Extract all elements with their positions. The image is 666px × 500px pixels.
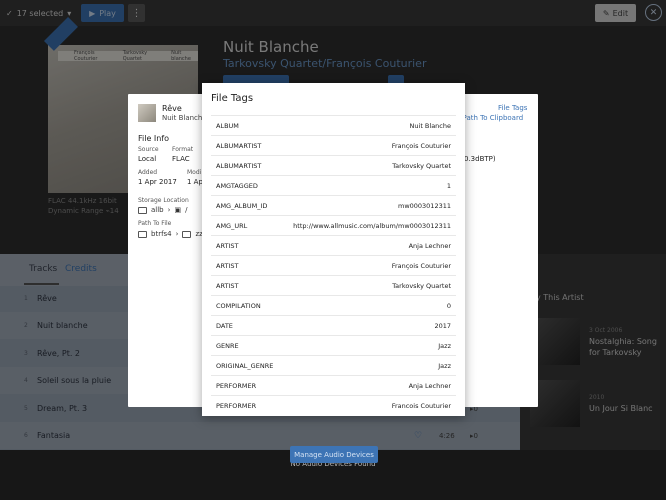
drive-icon: ▣ [174, 206, 182, 214]
tag-key: ARTIST [216, 262, 239, 270]
tag-key: PERFORMER [216, 402, 257, 410]
tag-key: DATE [216, 322, 233, 330]
tag-key: ARTIST [216, 242, 239, 250]
tag-row: ALBUM Nuit Blanche [211, 115, 456, 135]
tag-value: mw0003012311 [397, 202, 451, 210]
tag-value: François Couturier [391, 142, 451, 150]
added-value: 1 Apr 2017 [138, 178, 177, 186]
tag-value: 0 [446, 302, 451, 310]
file-path: btrfs4 › zz [138, 230, 203, 238]
storage-location-path: allb › ▣ / [138, 206, 187, 214]
file-tags-title: File Tags [211, 93, 254, 104]
tag-value: 1 [446, 182, 451, 190]
tag-row: AMG_URL http://www.allmusic.com/album/mw0… [211, 215, 456, 235]
info-peak-value: 0.3dBTP) [464, 155, 496, 163]
tag-value: Jazz [438, 362, 451, 370]
tag-row: COMPILATION 0 [211, 295, 456, 315]
tag-key: PERFORMER [216, 382, 257, 390]
info-track-album: Nuit Blanche [162, 114, 207, 122]
tag-key: ARTIST [216, 282, 239, 290]
tag-key: AMGTAGGED [216, 182, 258, 190]
track-thumbnail [138, 104, 156, 122]
tag-value: Anja Lechner [408, 382, 451, 390]
tag-value: Tarkovsky Quartet [392, 162, 451, 170]
added-label: Added [138, 169, 158, 176]
tag-value: 2017 [434, 322, 451, 330]
format-value: FLAC [172, 155, 190, 163]
storage-location-label: Storage Location [138, 197, 189, 204]
modified-label: Modi [187, 169, 202, 176]
source-value: Local [138, 155, 157, 163]
folder-icon [182, 230, 192, 238]
modified-value: 1 Ap [187, 178, 203, 186]
tag-row: ORIGINAL_GENRE Jazz [211, 355, 456, 375]
tag-row: ARTIST Anja Lechner [211, 235, 456, 255]
path-root[interactable]: btrfs4 [151, 230, 172, 238]
manage-audio-devices-button[interactable]: Manage Audio Devices [290, 446, 378, 463]
tag-row: PERFORMER Anja Lechner [211, 375, 456, 395]
tag-key: ALBUMARTIST [216, 142, 262, 150]
format-label: Format [172, 146, 194, 153]
tag-row: AMGTAGGED 1 [211, 175, 456, 195]
source-label: Source [138, 146, 159, 153]
tag-key: ORIGINAL_GENRE [216, 362, 274, 370]
info-track-title: Rêve [162, 104, 182, 113]
tag-value: Jazz [438, 342, 451, 350]
tag-value: François Couturier [391, 262, 451, 270]
copy-path-link[interactable]: e Path To Clipboard [456, 114, 523, 122]
tag-key: ALBUMARTIST [216, 162, 262, 170]
folder-icon [138, 230, 147, 238]
tag-row: GENRE Jazz [211, 335, 456, 355]
tag-key: AMG_URL [216, 222, 248, 230]
tag-value: Tarkovsky Quartet [392, 282, 451, 290]
tag-key: ALBUM [216, 122, 239, 130]
tag-row: DATE 2017 [211, 315, 456, 335]
chevron-right-icon: › [175, 230, 179, 238]
tag-value: Nuit Blanche [409, 122, 451, 130]
tag-key: GENRE [216, 342, 239, 350]
tag-value: Anja Lechner [408, 242, 451, 250]
storage-root[interactable]: allb [151, 206, 164, 214]
path-label: Path To File [138, 220, 172, 227]
tag-row: AMG_ALBUM_ID mw0003012311 [211, 195, 456, 215]
tag-key: COMPILATION [216, 302, 261, 310]
file-tags-link[interactable]: File Tags [498, 104, 527, 112]
tag-key: AMG_ALBUM_ID [216, 202, 268, 210]
tag-row: ALBUMARTIST Tarkovsky Quartet [211, 155, 456, 175]
file-info-heading: File Info [138, 134, 170, 143]
tag-row: ALBUMARTIST François Couturier [211, 135, 456, 155]
tag-value: Francois Couturier [391, 402, 451, 410]
tag-value: http://www.allmusic.com/album/mw00030123… [293, 222, 451, 230]
tag-row: ARTIST François Couturier [211, 255, 456, 275]
tag-row: PERFORMER Francois Couturier [211, 395, 456, 415]
tag-row: ARTIST Tarkovsky Quartet [211, 275, 456, 295]
storage-sep: / [185, 206, 188, 214]
chevron-right-icon: › [167, 206, 171, 214]
folder-icon [138, 206, 147, 214]
